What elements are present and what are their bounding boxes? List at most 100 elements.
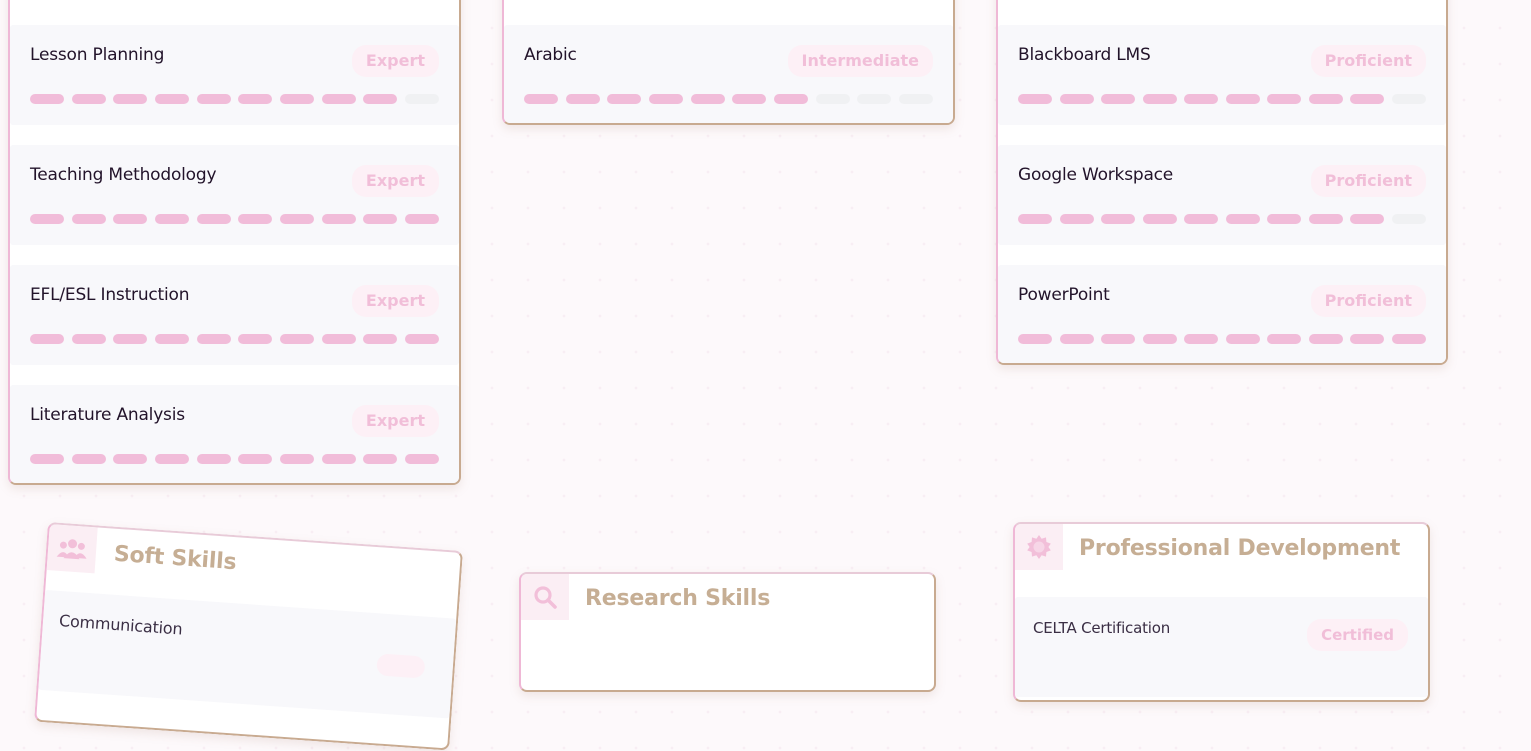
level-segment: [1101, 214, 1136, 224]
skill-level-bar: [30, 334, 440, 344]
level-segment: [404, 94, 440, 104]
level-segment: [1059, 214, 1094, 224]
level-segment: [1018, 94, 1053, 104]
card-title: Research Skills: [585, 586, 771, 611]
level-segment: [1101, 94, 1136, 104]
level-segment: [648, 94, 684, 104]
level-segment: [71, 454, 106, 464]
level-segment: [113, 454, 148, 464]
level-segment: [1142, 94, 1177, 104]
level-segment: [1267, 94, 1302, 104]
skill-item: Google Workspace Proficient: [998, 145, 1446, 245]
level-segment: [154, 454, 190, 464]
level-segment: [1225, 214, 1260, 224]
skill-item: Literature Analysis Expert: [10, 385, 459, 483]
level-segment: [690, 94, 725, 104]
level-segment: [1350, 94, 1385, 104]
skill-level-bar: [1018, 334, 1426, 344]
skill-item: PowerPoint Proficient: [998, 265, 1446, 363]
level-segment: [238, 94, 273, 104]
level-segment: [363, 334, 398, 344]
level-segment: [1308, 94, 1343, 104]
level-segment: [404, 454, 440, 464]
technology-card: Blackboard LMS Proficient Google Workspa…: [996, 0, 1448, 365]
professional-development-card: Professional Development CELTA Certifica…: [1013, 522, 1430, 702]
search-icon: [521, 574, 569, 620]
level-segment: [196, 334, 231, 344]
level-segment: [732, 94, 767, 104]
level-segment: [565, 94, 600, 104]
level-segment: [898, 94, 934, 104]
level-segment: [30, 94, 65, 104]
skill-level-badge: Proficient: [1310, 285, 1426, 317]
level-segment: [1391, 94, 1426, 104]
skill-level-bar: [30, 94, 440, 104]
skill-name: Communication: [58, 611, 184, 639]
skill-level-badge: Certified: [1307, 619, 1408, 651]
languages-card: Arabic Intermediate: [502, 0, 955, 125]
skill-name: CELTA Certification: [1033, 619, 1171, 637]
level-segment: [154, 334, 190, 344]
level-segment: [30, 334, 65, 344]
card-title: Professional Development: [1079, 536, 1401, 561]
skill-name: Literature Analysis: [30, 405, 185, 425]
level-segment: [1184, 214, 1219, 224]
level-segment: [363, 214, 398, 224]
level-segment: [154, 94, 190, 104]
level-segment: [279, 94, 315, 104]
level-segment: [404, 334, 440, 344]
level-segment: [321, 214, 356, 224]
users-icon: [46, 524, 98, 574]
level-segment: [71, 214, 106, 224]
level-segment: [279, 334, 315, 344]
skill-item: CELTA Certification Certified: [1015, 597, 1428, 697]
level-segment: [321, 454, 356, 464]
level-segment: [1308, 334, 1343, 344]
level-segment: [524, 94, 559, 104]
level-segment: [321, 94, 356, 104]
level-segment: [1059, 94, 1094, 104]
level-segment: [1225, 94, 1260, 104]
skill-level-bar: [1018, 214, 1426, 224]
level-segment: [1184, 334, 1219, 344]
skill-name: Blackboard LMS: [1018, 45, 1151, 65]
skill-name: Teaching Methodology: [30, 165, 217, 185]
level-segment: [1018, 214, 1053, 224]
skill-level-bar: [30, 214, 440, 224]
level-segment: [1142, 334, 1177, 344]
skill-name: Arabic: [524, 45, 577, 65]
level-segment: [1267, 214, 1302, 224]
skill-item: Blackboard LMS Proficient: [998, 25, 1446, 125]
level-segment: [113, 214, 148, 224]
skill-item: EFL/ESL Instruction Expert: [10, 265, 459, 365]
skill-level-bar: [30, 454, 440, 464]
skill-level-bar: [524, 94, 934, 104]
skill-item: Communication: [38, 589, 457, 719]
skill-level-badge: Expert: [351, 165, 439, 197]
skill-name: EFL/ESL Instruction: [30, 285, 190, 305]
level-segment: [815, 94, 850, 104]
skill-item: Lesson Planning Expert: [10, 25, 459, 125]
level-segment: [857, 94, 892, 104]
skill-level-badge: Intermediate: [787, 45, 933, 77]
level-segment: [1059, 334, 1094, 344]
level-segment: [238, 214, 273, 224]
teaching-skills-card: Lesson Planning Expert Teaching Methodol…: [8, 0, 461, 485]
soft-skills-card: Soft Skills Communication: [34, 522, 463, 751]
skill-level-badge: Expert: [351, 285, 439, 317]
level-segment: [279, 454, 315, 464]
card-title: Soft Skills: [113, 541, 238, 576]
skill-level-bar: [1018, 94, 1426, 104]
level-segment: [1308, 214, 1343, 224]
level-segment: [71, 334, 106, 344]
level-segment: [1391, 214, 1426, 224]
level-segment: [196, 94, 231, 104]
level-segment: [773, 94, 809, 104]
level-segment: [1350, 334, 1385, 344]
level-segment: [71, 94, 106, 104]
level-segment: [238, 334, 273, 344]
level-segment: [1142, 214, 1177, 224]
skill-name: Lesson Planning: [30, 45, 165, 65]
level-segment: [113, 94, 148, 104]
skill-item: Teaching Methodology Expert: [10, 145, 459, 245]
